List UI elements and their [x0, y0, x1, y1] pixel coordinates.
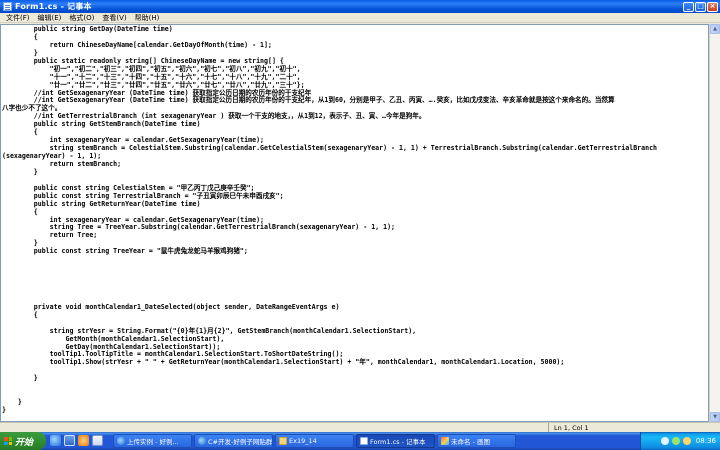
window-controls: _ □ ×: [683, 1, 718, 12]
windows-logo-icon: [4, 437, 12, 445]
menu-bar: 文件(F) 编辑(E) 格式(O) 查看(V) 帮助(H): [0, 13, 720, 23]
taskbar-item-label: Form1.cs - 记事本: [370, 438, 426, 446]
code-line: }: [2, 406, 6, 414]
security-icon[interactable]: [671, 437, 680, 445]
paint-icon: [441, 437, 449, 445]
code-line: }: [2, 374, 38, 383]
code-line: return Tree;: [2, 231, 98, 240]
media-player-icon[interactable]: [78, 435, 89, 446]
close-button[interactable]: ×: [707, 1, 718, 12]
menu-edit[interactable]: 编辑(E): [34, 13, 66, 23]
code-line: string stemBranch = CelestialStem.Substr…: [2, 144, 658, 153]
taskbar-item-label: C#开发-好例子网贴群: [208, 438, 273, 446]
status-bar: Ln 1, Col 1: [0, 422, 720, 433]
folder-icon: [279, 437, 287, 445]
start-label: 开始: [15, 437, 34, 448]
code-line: {: [2, 310, 38, 319]
code-line: }: [2, 167, 38, 176]
code-line: public string GetDay(DateTime time): [2, 25, 173, 33]
show-desktop-icon[interactable]: [64, 435, 75, 446]
window-title: Form1.cs - 记事本: [15, 2, 92, 11]
code-line: public string GetReturnYear(DateTime tim…: [2, 199, 201, 208]
title-bar[interactable]: Form1.cs - 记事本 _ □ ×: [0, 0, 720, 13]
system-tray: 08:36: [640, 432, 720, 450]
volume-icon[interactable]: [682, 437, 691, 445]
start-button[interactable]: 开始: [0, 432, 46, 450]
menu-help[interactable]: 帮助(H): [131, 13, 164, 23]
taskbar-item[interactable]: C#开发-好例子网贴群: [194, 434, 273, 448]
notepad-icon: [360, 437, 368, 445]
taskbar-item[interactable]: 上传实例 - 好例...: [113, 434, 192, 448]
code-text[interactable]: public string GetDay(DateTime time) { re…: [1, 25, 708, 415]
notepad-icon[interactable]: [3, 2, 12, 11]
menu-view[interactable]: 查看(V): [98, 13, 130, 23]
taskbar-item[interactable]: Form1.cs - 记事本: [356, 434, 435, 448]
code-line: //int GetSexagenaryYear (DateTime time) …: [2, 96, 615, 105]
minimize-button[interactable]: _: [683, 1, 694, 12]
ie-icon: [117, 437, 125, 445]
mail-icon[interactable]: [92, 435, 103, 446]
code-line: return ChineseDayName[calendar.GetDayOfM…: [2, 40, 272, 49]
code-line: string Tree = TreeYear.Substring(calenda…: [2, 223, 396, 232]
code-line: public string GetStemBranch(DateTime tim…: [2, 120, 201, 129]
code-line: private void monthCalendar1_DateSelected…: [2, 302, 340, 311]
taskbar: 开始 上传实例 - 好例... C#开发-好例子网贴群 Ex19_14 Form1.c…: [0, 432, 720, 450]
code-line: return stemBranch;: [2, 159, 122, 168]
code-line: toolTip1.Show(strYesr + " " + GetReturnY…: [2, 358, 565, 367]
vertical-scrollbar[interactable]: ▲ ▼: [709, 24, 720, 422]
menu-format[interactable]: 格式(O): [65, 13, 98, 23]
menu-file[interactable]: 文件(F): [2, 13, 34, 23]
clock: 08:36: [695, 437, 716, 445]
task-buttons: 上传实例 - 好例... C#开发-好例子网贴群 Ex19_14 Form1.cs -…: [113, 434, 516, 448]
taskbar-item[interactable]: Ex19_14: [275, 434, 354, 448]
maximize-button[interactable]: □: [695, 1, 706, 12]
ie-icon: [198, 437, 206, 445]
scroll-up-arrow-icon[interactable]: ▲: [710, 24, 720, 34]
quick-launch: [50, 435, 103, 446]
code-line: }: [2, 398, 22, 407]
taskbar-item-label: 上传实例 - 好例...: [127, 438, 179, 446]
code-line: public const string TreeYear = "鼠牛虎兔龙蛇马羊…: [2, 247, 248, 256]
taskbar-item[interactable]: 未命名 - 画图: [437, 434, 516, 448]
text-editor[interactable]: public string GetDay(DateTime time) { re…: [0, 24, 709, 422]
internet-explorer-icon[interactable]: [50, 435, 61, 446]
notepad-window: Form1.cs - 记事本 _ □ × 文件(F) 编辑(E) 格式(O) 查…: [0, 0, 720, 433]
taskbar-item-label: Ex19_14: [289, 437, 317, 445]
scroll-down-arrow-icon[interactable]: ▼: [710, 412, 720, 422]
taskbar-item-label: 未命名 - 画图: [451, 438, 490, 446]
network-icon[interactable]: [660, 437, 669, 445]
